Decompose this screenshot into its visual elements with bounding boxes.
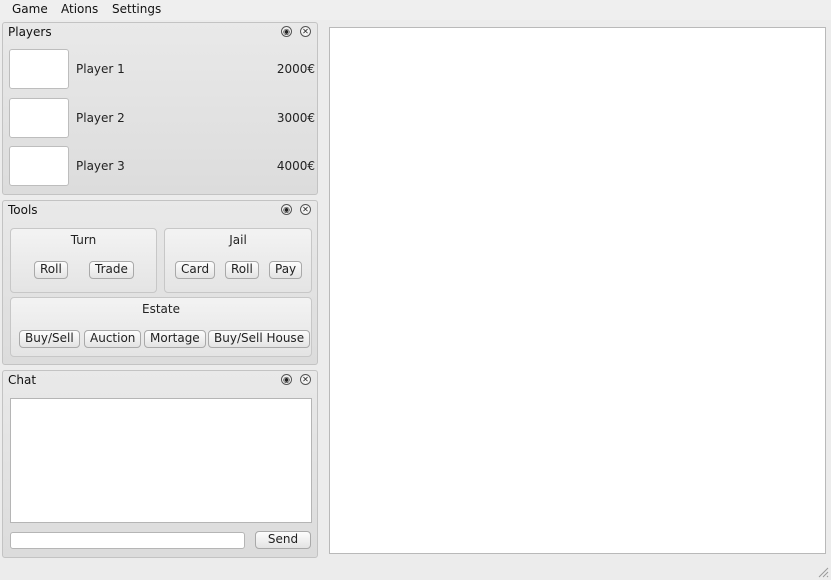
trade-button[interactable]: Trade — [89, 261, 134, 279]
jail-card-button[interactable]: Card — [175, 261, 216, 279]
game-board[interactable] — [329, 27, 826, 554]
player-row: Player 3 4000€ — [9, 146, 315, 188]
player-name: Player 3 — [76, 159, 125, 173]
player-avatar — [9, 49, 69, 89]
player-row: Player 2 3000€ — [9, 98, 315, 140]
mortage-button[interactable]: Mortage — [144, 330, 206, 348]
jail-group-title: Jail — [229, 233, 247, 247]
estate-group: Estate Buy/Sell Auction Mortage Buy/Sell… — [10, 297, 312, 357]
player-name: Player 2 — [76, 111, 125, 125]
buy-sell-button[interactable]: Buy/Sell — [19, 330, 80, 348]
players-panel-title: Players — [8, 25, 52, 39]
player-avatar — [9, 98, 69, 138]
player-money: 3000€ — [276, 111, 315, 125]
jail-pay-button[interactable]: Pay — [269, 261, 303, 279]
chat-message-input[interactable] — [10, 532, 245, 549]
close-icon[interactable]: ✕ — [300, 204, 311, 215]
player-money: 2000€ — [276, 62, 315, 76]
resize-grip-icon[interactable] — [817, 566, 829, 578]
player-name: Player 1 — [76, 62, 125, 76]
float-icon[interactable]: ◉ — [281, 374, 292, 385]
jail-group: Jail Card Roll Pay — [164, 228, 312, 293]
chat-panel-title: Chat — [8, 373, 37, 387]
close-icon[interactable]: ✕ — [300, 26, 311, 37]
float-icon[interactable]: ◉ — [281, 26, 292, 37]
players-panel: Players ◉ ✕ Player 1 2000€ Player 2 3000… — [2, 22, 318, 195]
float-icon[interactable]: ◉ — [281, 204, 292, 215]
player-row: Player 1 2000€ — [9, 49, 315, 91]
buy-sell-house-button[interactable]: Buy/Sell House — [208, 330, 311, 348]
chat-panel: Chat ◉ ✕ Send — [2, 370, 318, 558]
auction-button[interactable]: Auction — [84, 330, 142, 348]
menu-game[interactable]: Game — [12, 2, 48, 16]
player-money: 4000€ — [276, 159, 315, 173]
send-button[interactable]: Send — [255, 531, 311, 549]
turn-roll-button[interactable]: Roll — [34, 261, 68, 279]
menu-settings[interactable]: Settings — [112, 2, 161, 16]
estate-group-title: Estate — [142, 302, 180, 316]
turn-group-title: Turn — [70, 233, 97, 247]
menu-bar: Game Ations Settings — [0, 0, 831, 20]
tools-panel: Tools ◉ ✕ Turn Roll Trade Jail Card Roll… — [2, 200, 318, 365]
jail-roll-button[interactable]: Roll — [225, 261, 259, 279]
tools-panel-title: Tools — [8, 203, 38, 217]
chat-log[interactable] — [10, 398, 312, 523]
player-avatar — [9, 146, 69, 186]
menu-actions[interactable]: Ations — [61, 2, 98, 16]
close-icon[interactable]: ✕ — [300, 374, 311, 385]
turn-group: Turn Roll Trade — [10, 228, 157, 293]
